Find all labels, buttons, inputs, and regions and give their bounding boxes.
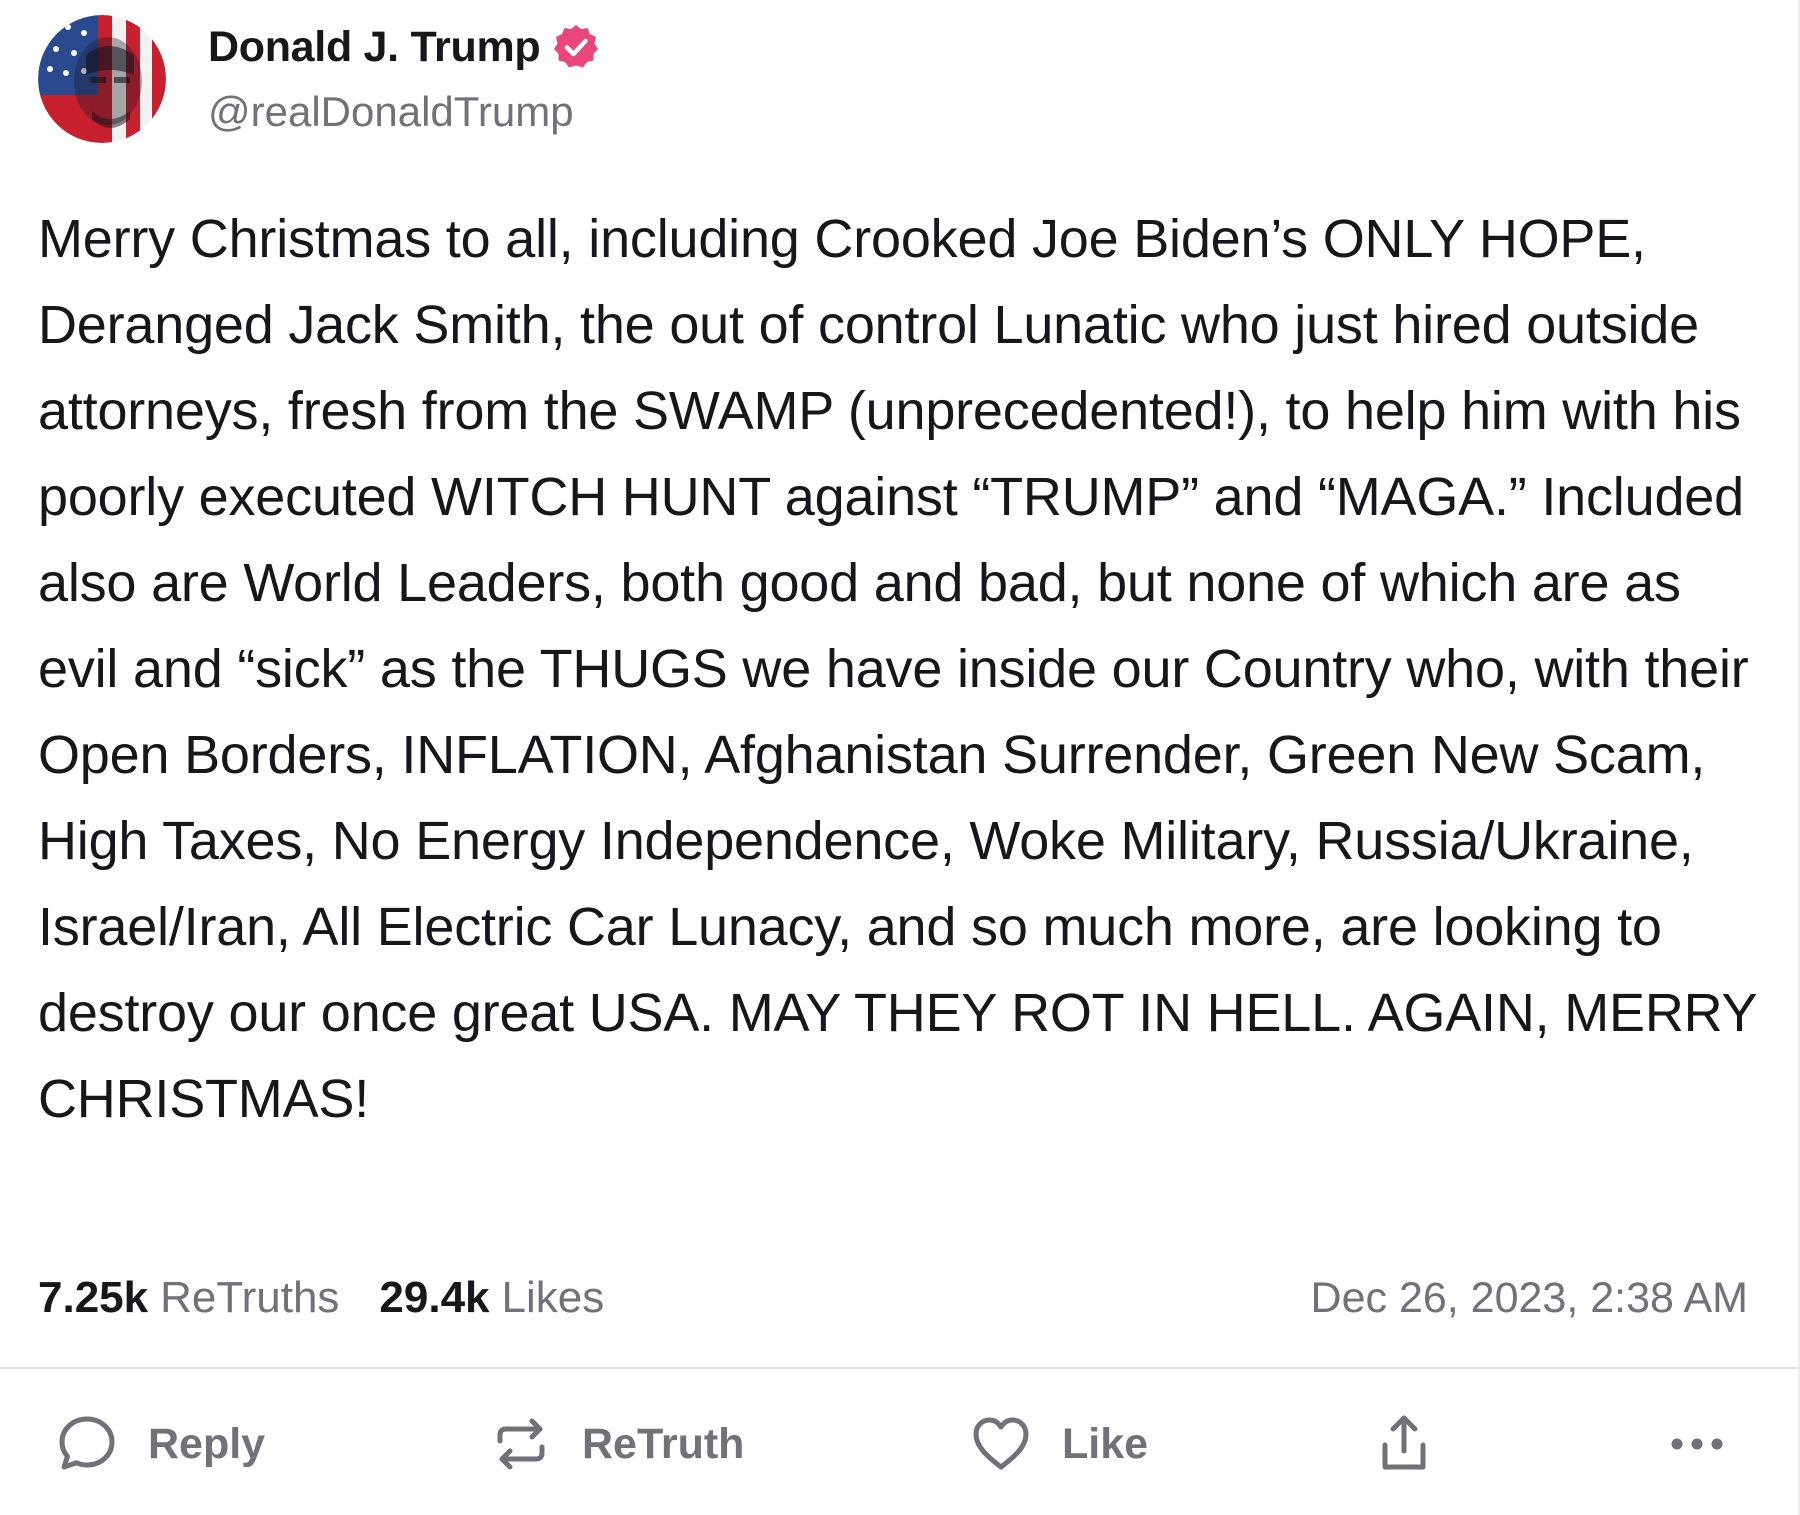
- retruths-stat[interactable]: 7.25k ReTruths: [38, 1273, 339, 1323]
- retruths-count: 7.25k: [38, 1273, 149, 1322]
- author-identity: Donald J. Trump @realDonaldTrump: [208, 23, 600, 136]
- more-icon: [1664, 1411, 1730, 1477]
- like-button[interactable]: Like: [968, 1404, 1148, 1484]
- post-stats: 7.25k ReTruths 29.4k Likes Dec 26, 2023,…: [38, 1268, 1748, 1328]
- share-button[interactable]: [1371, 1404, 1437, 1484]
- flag-portrait-avatar-icon: [38, 15, 166, 143]
- verified-badge-icon: [552, 23, 600, 71]
- reply-icon: [54, 1411, 120, 1477]
- post-timestamp[interactable]: Dec 26, 2023, 2:38 AM: [1311, 1274, 1748, 1323]
- like-label: Like: [1062, 1419, 1149, 1468]
- likes-label: Likes: [501, 1273, 605, 1322]
- handle[interactable]: @realDonaldTrump: [208, 88, 600, 136]
- heart-icon: [968, 1411, 1034, 1477]
- post-text: Merry Christmas to all, including Crooke…: [38, 209, 1772, 1129]
- retruth-button[interactable]: ReTruth: [488, 1404, 744, 1484]
- name-row: Donald J. Trump: [208, 23, 600, 72]
- more-button[interactable]: [1664, 1404, 1730, 1484]
- retruth-label: ReTruth: [582, 1419, 745, 1468]
- reply-label: Reply: [148, 1419, 266, 1468]
- retruths-label: ReTruths: [160, 1273, 340, 1322]
- reply-button[interactable]: Reply: [54, 1404, 265, 1484]
- post-actions: Reply ReTruth Like: [0, 1404, 1800, 1484]
- retruth-icon: [488, 1411, 554, 1477]
- likes-count: 29.4k: [379, 1273, 490, 1322]
- divider: [0, 1367, 1798, 1369]
- display-name[interactable]: Donald J. Trump: [208, 23, 541, 72]
- truth-post: Donald J. Trump @realDonaldTrump Merry C…: [0, 0, 1800, 1515]
- share-icon: [1371, 1411, 1437, 1477]
- likes-stat[interactable]: 29.4k Likes: [379, 1273, 604, 1323]
- post-header: Donald J. Trump @realDonaldTrump: [38, 14, 600, 144]
- avatar[interactable]: [38, 15, 166, 143]
